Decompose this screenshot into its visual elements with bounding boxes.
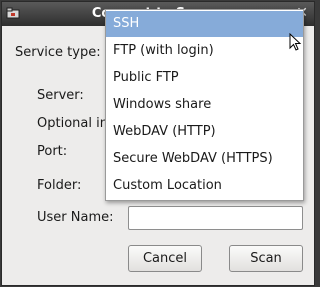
option-public-ftp[interactable]: Public FTP bbox=[106, 65, 303, 91]
option-ssh[interactable]: SSH bbox=[106, 11, 303, 37]
cancel-button[interactable]: Cancel bbox=[128, 245, 202, 272]
server-label: Server: bbox=[37, 88, 84, 103]
service-type-dropdown-list: SSH FTP (with login) Public FTP Windows … bbox=[105, 9, 304, 201]
option-custom-location[interactable]: Custom Location bbox=[106, 173, 303, 199]
mouse-pointer-icon bbox=[289, 33, 302, 51]
user-name-label: User Name: bbox=[37, 210, 114, 225]
option-ftp-with-login[interactable]: FTP (with login) bbox=[106, 38, 303, 64]
user-name-input[interactable] bbox=[128, 206, 303, 230]
option-windows-share[interactable]: Windows share bbox=[106, 92, 303, 118]
folder-label: Folder: bbox=[37, 178, 82, 193]
scan-button[interactable]: Scan bbox=[229, 245, 303, 272]
option-webdav-http[interactable]: WebDAV (HTTP) bbox=[106, 119, 303, 145]
option-secure-webdav-https[interactable]: Secure WebDAV (HTTPS) bbox=[106, 146, 303, 172]
service-type-label: Service type: bbox=[15, 45, 101, 60]
port-label: Port: bbox=[37, 144, 68, 159]
